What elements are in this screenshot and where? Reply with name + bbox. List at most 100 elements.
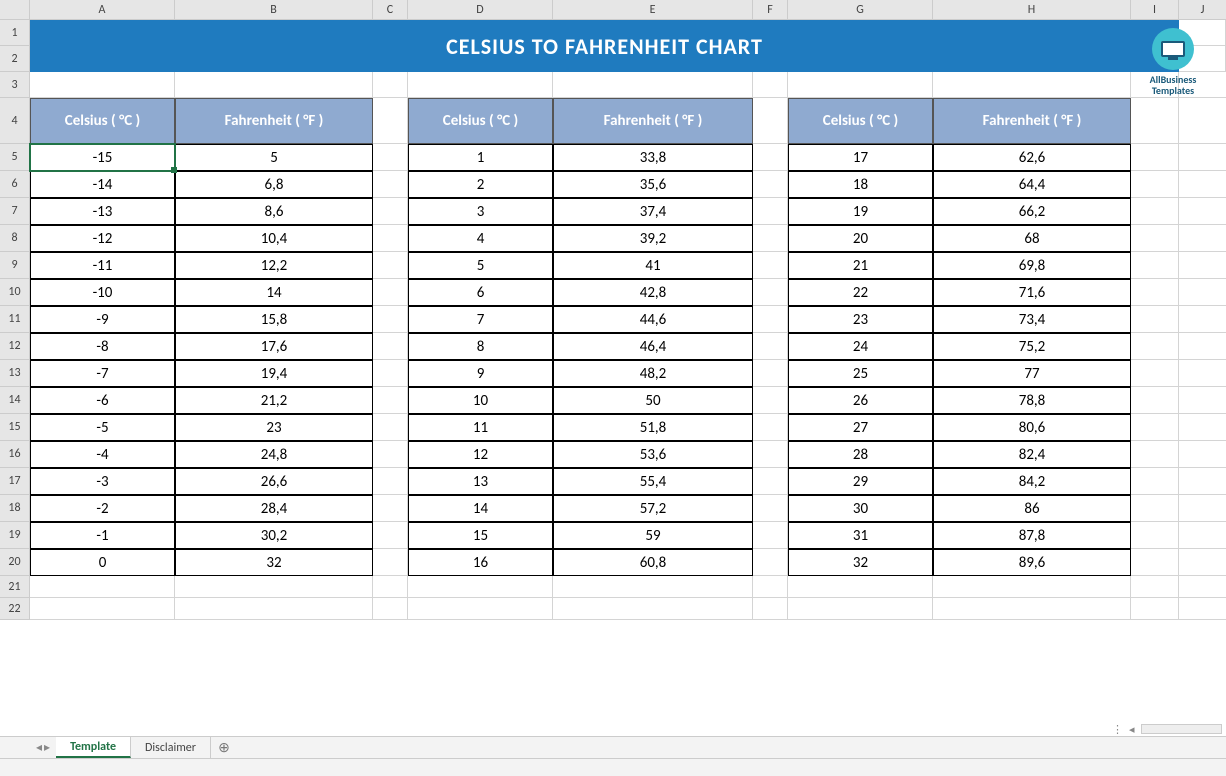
table-cell[interactable]: 75,2 bbox=[933, 333, 1131, 360]
empty-cell[interactable] bbox=[753, 441, 788, 468]
empty-cell[interactable] bbox=[753, 360, 788, 387]
table-cell[interactable]: 18 bbox=[788, 171, 933, 198]
table-cell[interactable]: 10,4 bbox=[175, 225, 373, 252]
column-header-J[interactable]: J bbox=[1179, 0, 1226, 19]
table-cell[interactable]: 87,8 bbox=[933, 522, 1131, 549]
empty-cell[interactable] bbox=[373, 252, 408, 279]
empty-cell[interactable] bbox=[1179, 198, 1226, 225]
empty-cell[interactable] bbox=[753, 198, 788, 225]
table-cell[interactable]: 26 bbox=[788, 387, 933, 414]
table-cell[interactable]: 60,8 bbox=[553, 549, 753, 576]
select-all-corner[interactable] bbox=[0, 0, 30, 20]
row-header-15[interactable]: 15 bbox=[0, 414, 30, 441]
table-cell[interactable]: 14 bbox=[408, 495, 553, 522]
table-cell[interactable]: 53,6 bbox=[553, 441, 753, 468]
row-header-21[interactable]: 21 bbox=[0, 576, 30, 598]
table-cell[interactable]: 22 bbox=[788, 279, 933, 306]
row-header-2[interactable]: 2 bbox=[0, 46, 30, 72]
row-header-20[interactable]: 20 bbox=[0, 549, 30, 576]
empty-cell[interactable] bbox=[373, 144, 408, 171]
column-header-D[interactable]: D bbox=[408, 0, 553, 19]
table-cell[interactable]: 10 bbox=[408, 387, 553, 414]
table-cell[interactable]: 41 bbox=[553, 252, 753, 279]
sheet-tab-disclaimer[interactable]: Disclaimer bbox=[131, 737, 211, 758]
row-header-3[interactable]: 3 bbox=[0, 72, 30, 98]
column-header-A[interactable]: A bbox=[30, 0, 175, 19]
row-header-12[interactable]: 12 bbox=[0, 333, 30, 360]
empty-cell[interactable] bbox=[373, 198, 408, 225]
empty-cell[interactable] bbox=[1131, 279, 1179, 306]
empty-cell[interactable] bbox=[373, 495, 408, 522]
table-cell[interactable]: 64,4 bbox=[933, 171, 1131, 198]
table-cell[interactable]: 24,8 bbox=[175, 441, 373, 468]
table-cell[interactable]: 33,8 bbox=[553, 144, 753, 171]
table-cell[interactable]: -9 bbox=[30, 306, 175, 333]
table-cell[interactable]: 1 bbox=[408, 144, 553, 171]
row-header-16[interactable]: 16 bbox=[0, 441, 30, 468]
table-cell[interactable]: 59 bbox=[553, 522, 753, 549]
empty-cell[interactable] bbox=[1179, 333, 1226, 360]
table-cell[interactable]: 7 bbox=[408, 306, 553, 333]
empty-cell[interactable] bbox=[1179, 549, 1226, 576]
table-cell[interactable]: 66,2 bbox=[933, 198, 1131, 225]
table-cell[interactable]: 12,2 bbox=[175, 252, 373, 279]
empty-cell[interactable] bbox=[753, 522, 788, 549]
empty-cell[interactable] bbox=[753, 414, 788, 441]
empty-cell[interactable] bbox=[1131, 306, 1179, 333]
table-cell[interactable]: 30 bbox=[788, 495, 933, 522]
row-header-7[interactable]: 7 bbox=[0, 198, 30, 225]
empty-cell[interactable] bbox=[753, 468, 788, 495]
table-cell[interactable]: -1 bbox=[30, 522, 175, 549]
table-cell[interactable]: 50 bbox=[553, 387, 753, 414]
table-cell[interactable]: 42,8 bbox=[553, 279, 753, 306]
column-header-H[interactable]: H bbox=[933, 0, 1131, 19]
table-cell[interactable]: 32 bbox=[788, 549, 933, 576]
empty-cell[interactable] bbox=[1179, 171, 1226, 198]
empty-cell[interactable] bbox=[753, 306, 788, 333]
table-cell[interactable]: 0 bbox=[30, 549, 175, 576]
empty-cell[interactable] bbox=[1179, 414, 1226, 441]
row-header-8[interactable]: 8 bbox=[0, 225, 30, 252]
empty-cell[interactable] bbox=[1179, 441, 1226, 468]
row-header-4[interactable]: 4 bbox=[0, 98, 30, 144]
table-cell[interactable]: 51,8 bbox=[553, 414, 753, 441]
empty-cell[interactable] bbox=[1131, 549, 1179, 576]
empty-cell[interactable] bbox=[1131, 171, 1179, 198]
table-cell[interactable]: 55,4 bbox=[553, 468, 753, 495]
table-cell[interactable]: -5 bbox=[30, 414, 175, 441]
empty-cell[interactable] bbox=[373, 225, 408, 252]
table-cell[interactable]: -8 bbox=[30, 333, 175, 360]
empty-cell[interactable] bbox=[753, 387, 788, 414]
table-cell[interactable]: 9 bbox=[408, 360, 553, 387]
empty-cell[interactable] bbox=[1131, 198, 1179, 225]
empty-cell[interactable] bbox=[1131, 252, 1179, 279]
empty-cell[interactable] bbox=[1131, 414, 1179, 441]
row-header-5[interactable]: 5 bbox=[0, 144, 30, 171]
table-cell[interactable]: 35,6 bbox=[553, 171, 753, 198]
tab-next-icon[interactable]: ▸ bbox=[44, 740, 50, 755]
table-cell[interactable]: 20 bbox=[788, 225, 933, 252]
table-cell[interactable]: 57,2 bbox=[553, 495, 753, 522]
table-cell[interactable]: 69,8 bbox=[933, 252, 1131, 279]
empty-cell[interactable] bbox=[753, 333, 788, 360]
empty-cell[interactable] bbox=[1131, 468, 1179, 495]
empty-cell[interactable] bbox=[1179, 225, 1226, 252]
table-cell[interactable]: 21 bbox=[788, 252, 933, 279]
table-cell[interactable]: 14 bbox=[175, 279, 373, 306]
empty-cell[interactable] bbox=[753, 549, 788, 576]
table-cell[interactable]: 4 bbox=[408, 225, 553, 252]
empty-cell[interactable] bbox=[753, 171, 788, 198]
table-cell[interactable]: 84,2 bbox=[933, 468, 1131, 495]
table-cell[interactable]: 46,4 bbox=[553, 333, 753, 360]
table-cell[interactable]: 77 bbox=[933, 360, 1131, 387]
table-cell[interactable]: 86 bbox=[933, 495, 1131, 522]
table-cell[interactable]: 48,2 bbox=[553, 360, 753, 387]
table-cell[interactable]: 73,4 bbox=[933, 306, 1131, 333]
empty-cell[interactable] bbox=[373, 171, 408, 198]
row-header-18[interactable]: 18 bbox=[0, 495, 30, 522]
drag-handle-icon[interactable]: ⋮ bbox=[1112, 723, 1123, 736]
table-cell[interactable]: 89,6 bbox=[933, 549, 1131, 576]
empty-cell[interactable] bbox=[1179, 495, 1226, 522]
table-cell[interactable]: 11 bbox=[408, 414, 553, 441]
table-cell[interactable]: 23 bbox=[788, 306, 933, 333]
